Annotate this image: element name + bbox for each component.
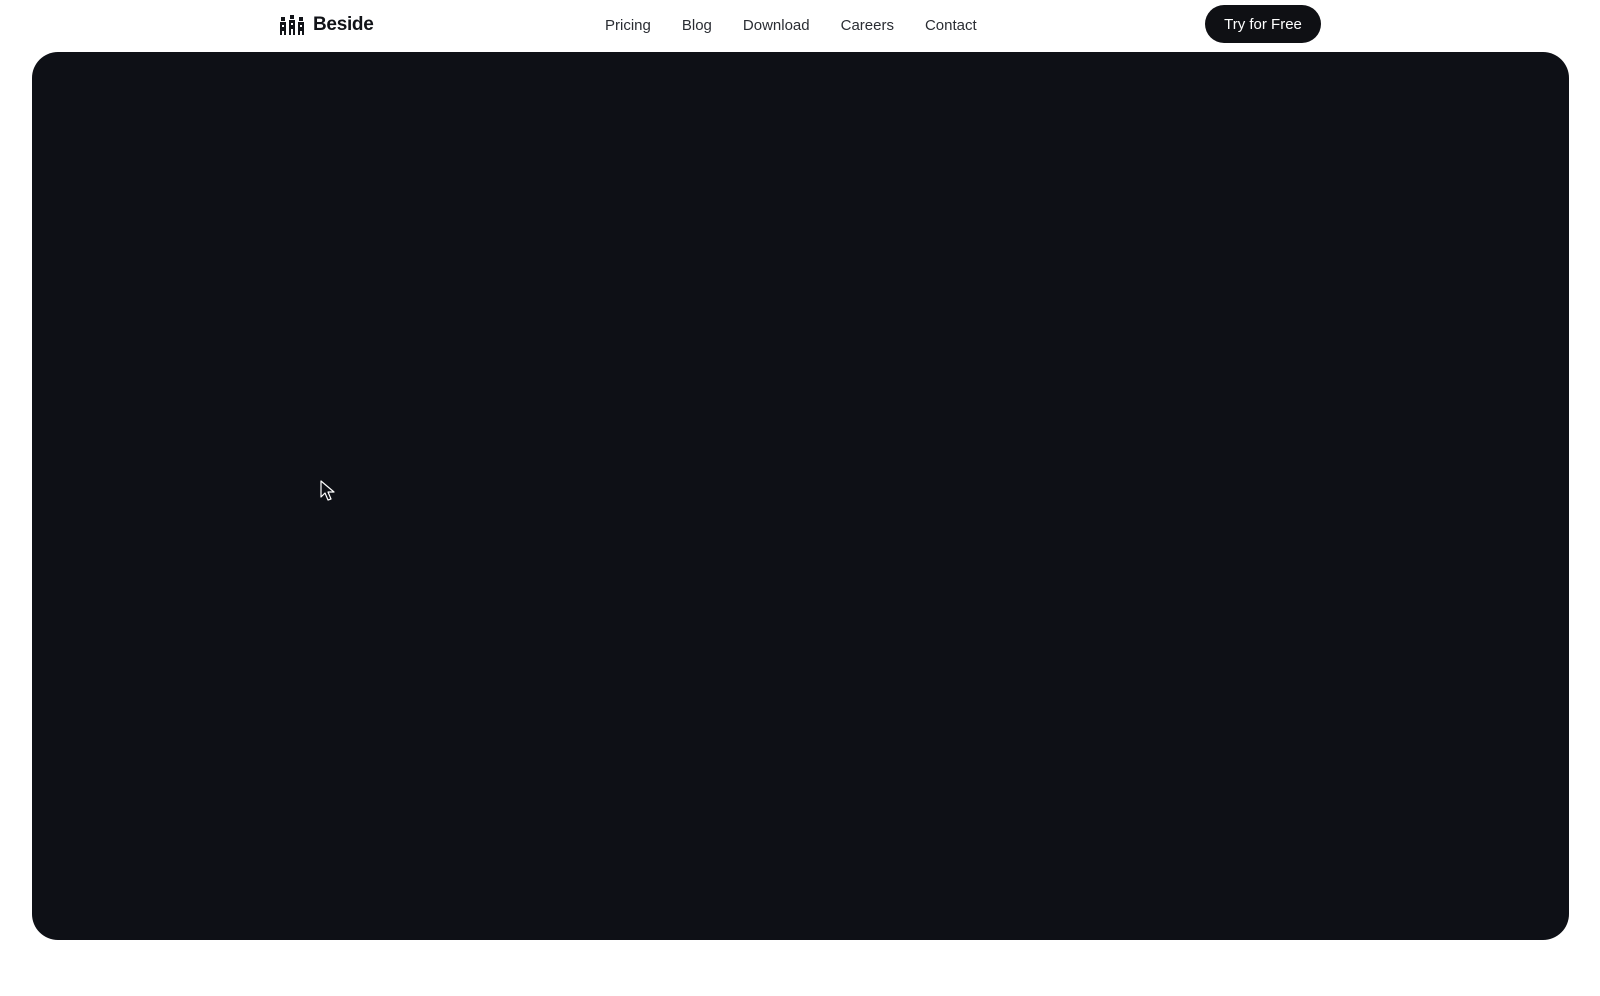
site-header: Beside Pricing Blog Download Careers Con…	[0, 0, 1600, 50]
hero-video-frame[interactable]	[32, 52, 1569, 940]
nav-link-download[interactable]: Download	[743, 17, 810, 34]
nav-link-blog[interactable]: Blog	[682, 17, 712, 34]
nav-link-pricing[interactable]: Pricing	[605, 17, 651, 34]
nav-link-contact[interactable]: Contact	[925, 17, 977, 34]
nav-link-careers[interactable]: Careers	[841, 17, 894, 34]
brand-name: Beside	[313, 14, 374, 35]
people-group-logo-icon	[280, 15, 304, 35]
main-nav: Pricing Blog Download Careers Contact	[605, 14, 977, 36]
try-for-free-button[interactable]: Try for Free	[1205, 5, 1321, 43]
brand-logo-link[interactable]: Beside	[279, 12, 374, 38]
